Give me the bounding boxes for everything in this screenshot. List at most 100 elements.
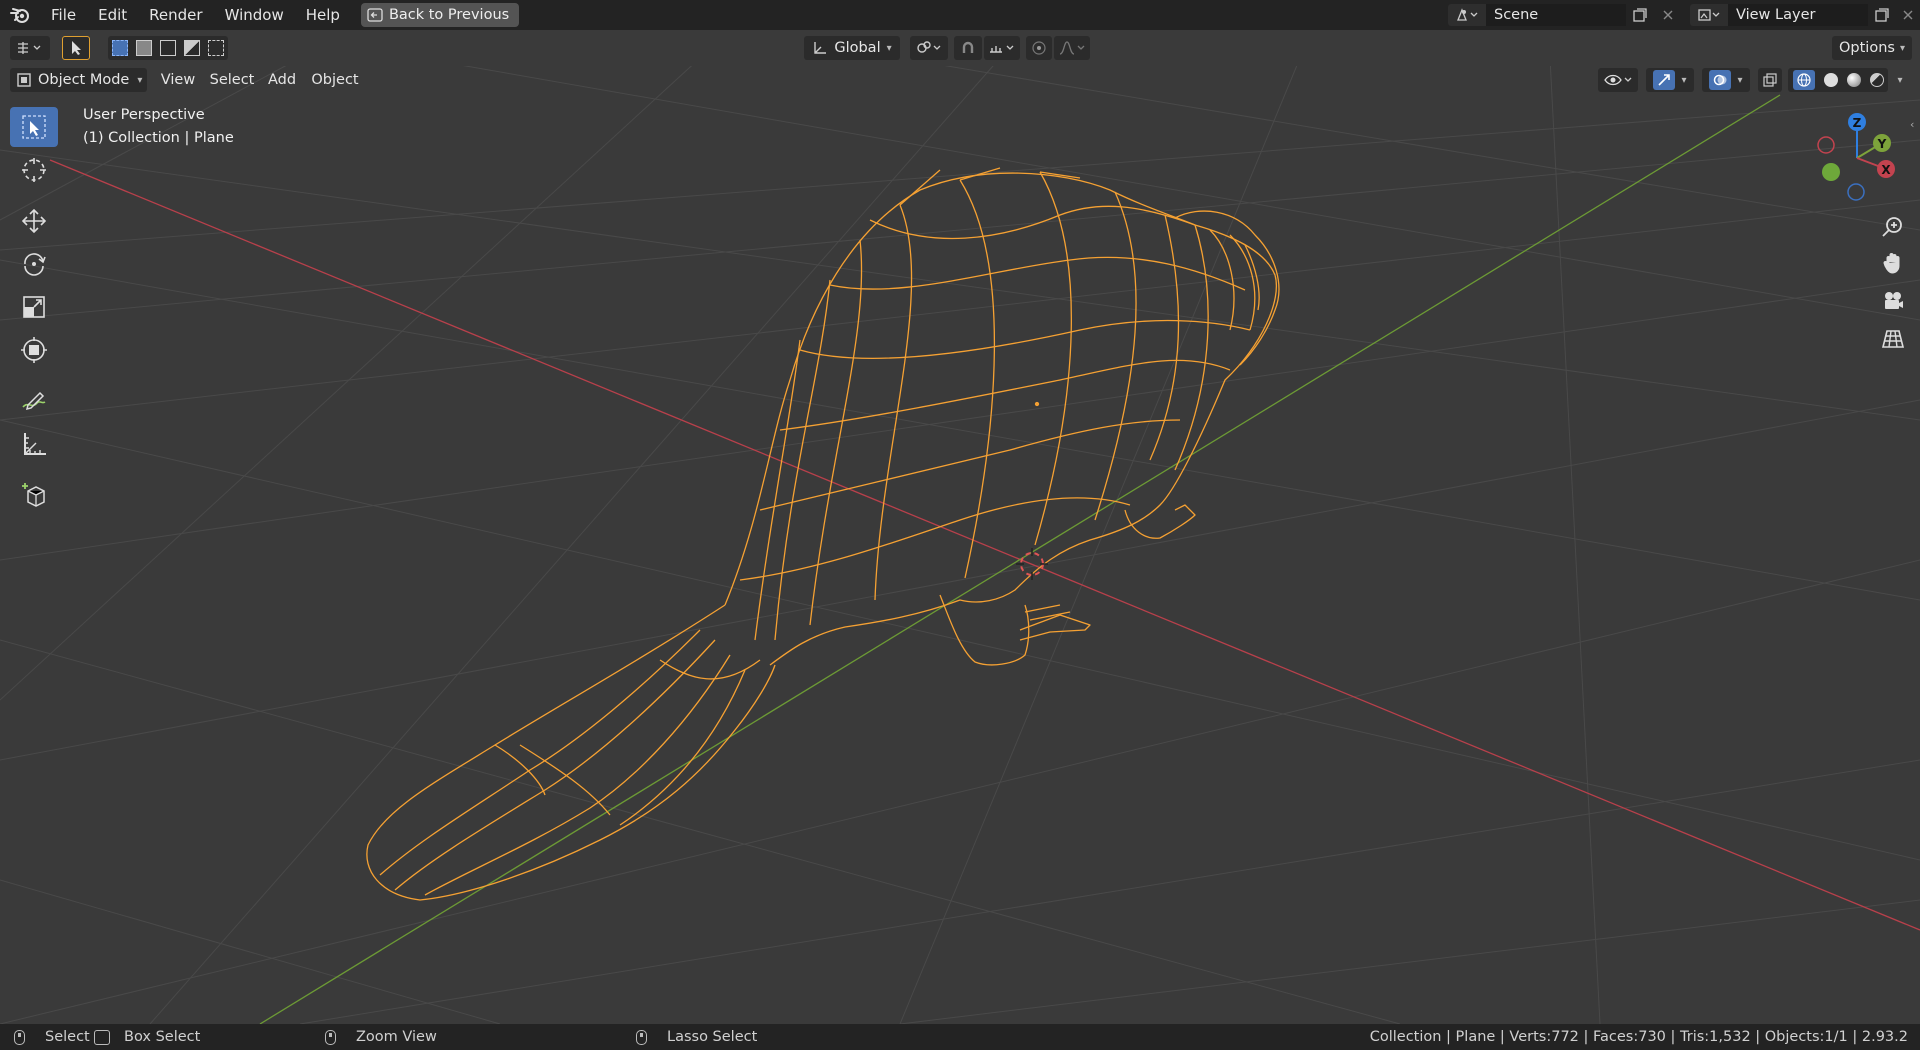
top-bar: File Edit Render Window Help Back to Pre…: [0, 0, 1920, 30]
menu-window[interactable]: Window: [214, 0, 295, 30]
tool-measure[interactable]: [10, 424, 58, 464]
select-tool-icon[interactable]: [62, 36, 90, 60]
mouse-middle-icon: [325, 1029, 336, 1045]
view-layer-name-field[interactable]: View Layer: [1728, 4, 1868, 26]
menu-edit[interactable]: Edit: [87, 0, 138, 30]
options-dropdown[interactable]: Options ▾: [1832, 36, 1912, 60]
tool-transform[interactable]: [10, 330, 58, 370]
new-scene-icon[interactable]: [1626, 4, 1654, 26]
negative-y-axis-icon[interactable]: [1822, 163, 1840, 181]
sidebar-toggle-icon[interactable]: ‹: [1910, 118, 1914, 131]
select-new-icon[interactable]: [112, 40, 128, 56]
toolbar: [10, 107, 62, 518]
select-box-icon: [22, 115, 46, 139]
object-mode-icon: [17, 73, 31, 87]
menu-render[interactable]: Render: [138, 0, 213, 30]
back-to-previous-button[interactable]: Back to Previous: [360, 3, 520, 27]
zoom-button[interactable]: [1876, 210, 1910, 244]
transform-icon: [21, 337, 47, 363]
grid-perspective-icon: [1881, 330, 1905, 348]
scene-controls: Scene View Layer: [1448, 0, 1920, 30]
tool-annotate[interactable]: [10, 381, 58, 421]
delete-scene-icon[interactable]: [1654, 4, 1682, 26]
menu-help[interactable]: Help: [295, 0, 351, 30]
back-to-previous-label: Back to Previous: [388, 7, 510, 23]
back-icon: [367, 8, 383, 22]
scene-statistics: Collection | Plane | Verts:772 | Faces:7…: [1369, 1029, 1908, 1045]
add-menu[interactable]: Add: [264, 68, 300, 92]
select-intersect-icon[interactable]: [208, 40, 224, 56]
material-shading-icon[interactable]: [1846, 73, 1861, 87]
chevron-down-icon: ▾: [137, 74, 143, 86]
tool-add-cube[interactable]: [10, 475, 58, 515]
status-select: Select: [14, 1029, 90, 1045]
select-menu[interactable]: Select: [207, 68, 257, 92]
pivot-point-dropdown[interactable]: [910, 36, 948, 60]
selection-mode-group[interactable]: [108, 36, 228, 60]
active-object-label: (1) Collection | Plane: [83, 130, 234, 146]
view-menu[interactable]: View: [157, 68, 199, 92]
negative-z-axis-icon[interactable]: [1847, 183, 1865, 201]
blender-logo-icon[interactable]: [0, 0, 40, 30]
floor-grid: [0, 58, 1920, 1024]
overlays-dropdown[interactable]: ▾: [1702, 68, 1750, 92]
pan-button[interactable]: [1876, 246, 1910, 280]
annotate-icon: [22, 391, 46, 411]
status-select-label: Select: [45, 1029, 90, 1045]
keyboard-mouse-icon: [94, 1029, 110, 1045]
status-bar: Select Box Select Zoom View Lasso Select…: [0, 1024, 1920, 1050]
editor-type-icon[interactable]: [10, 36, 50, 60]
transform-orientation-dropdown[interactable]: Global ▾: [804, 36, 900, 60]
snap-toggle-icon[interactable]: [954, 36, 982, 60]
proportional-falloff-dropdown[interactable]: [1054, 36, 1090, 60]
move-icon: [21, 208, 47, 234]
menu-file[interactable]: File: [40, 0, 87, 30]
rendered-shading-icon[interactable]: [1869, 73, 1884, 87]
scene-name-field[interactable]: Scene: [1486, 4, 1626, 26]
select-extend-icon[interactable]: [136, 40, 152, 56]
selected-mesh-wireframe[interactable]: [366, 167, 1280, 901]
gizmo-dropdown[interactable]: ▾: [1646, 68, 1694, 92]
shading-options-chevron-icon[interactable]: ▾: [1890, 68, 1910, 92]
chevron-down-icon: ▾: [886, 42, 892, 54]
ortho-toggle-button[interactable]: [1876, 322, 1910, 356]
cursor-icon: [22, 158, 46, 182]
scale-icon: [23, 296, 45, 318]
mouse-left-icon: [14, 1029, 25, 1045]
delete-view-layer-icon[interactable]: [1896, 4, 1920, 26]
visibility-dropdown[interactable]: [1598, 68, 1638, 92]
view-layer-selector-icon[interactable]: [1690, 4, 1728, 26]
3d-viewport[interactable]: [0, 58, 1920, 1024]
x-axis-line: [49, 159, 1920, 931]
negative-x-axis-icon[interactable]: [1817, 136, 1835, 154]
tool-select-box[interactable]: [10, 107, 58, 147]
tool-move[interactable]: [10, 201, 58, 241]
object-menu[interactable]: Object: [308, 68, 362, 92]
solid-shading-icon[interactable]: [1823, 73, 1838, 87]
view-perspective-label: User Perspective: [83, 107, 205, 123]
wireframe-shading-icon[interactable]: [1792, 70, 1815, 90]
status-lasso-select: Lasso Select: [636, 1029, 757, 1045]
proportional-editing-icon[interactable]: [1026, 36, 1052, 60]
scene-selector-icon[interactable]: [1448, 4, 1486, 26]
status-lasso-select-label: Lasso Select: [667, 1029, 758, 1045]
chevron-down-icon: ▾: [1899, 42, 1905, 54]
show-gizmo-icon[interactable]: [1653, 70, 1676, 90]
navigation-gizmo[interactable]: Z Y X: [1808, 106, 1908, 206]
tool-scale[interactable]: [10, 287, 58, 327]
show-overlays-icon[interactable]: [1709, 70, 1732, 90]
viewport-header: Object Mode ▾ View Select Add Object ▾ ▾…: [0, 66, 1920, 96]
new-view-layer-icon[interactable]: [1868, 4, 1896, 26]
tool-cursor[interactable]: [10, 150, 58, 190]
xray-toggle-icon[interactable]: [1758, 68, 1782, 92]
shading-mode-group[interactable]: [1788, 68, 1888, 92]
orientation-label: Global: [834, 40, 881, 56]
camera-view-button[interactable]: [1876, 284, 1910, 318]
object-mode-dropdown[interactable]: Object Mode ▾: [10, 68, 147, 92]
snap-target-dropdown[interactable]: [984, 36, 1020, 60]
select-invert-icon[interactable]: [184, 40, 200, 56]
z-axis-label: Z: [1853, 116, 1862, 130]
object-mode-label: Object Mode: [38, 72, 130, 88]
select-subtract-icon[interactable]: [160, 40, 176, 56]
tool-rotate[interactable]: [10, 244, 58, 284]
